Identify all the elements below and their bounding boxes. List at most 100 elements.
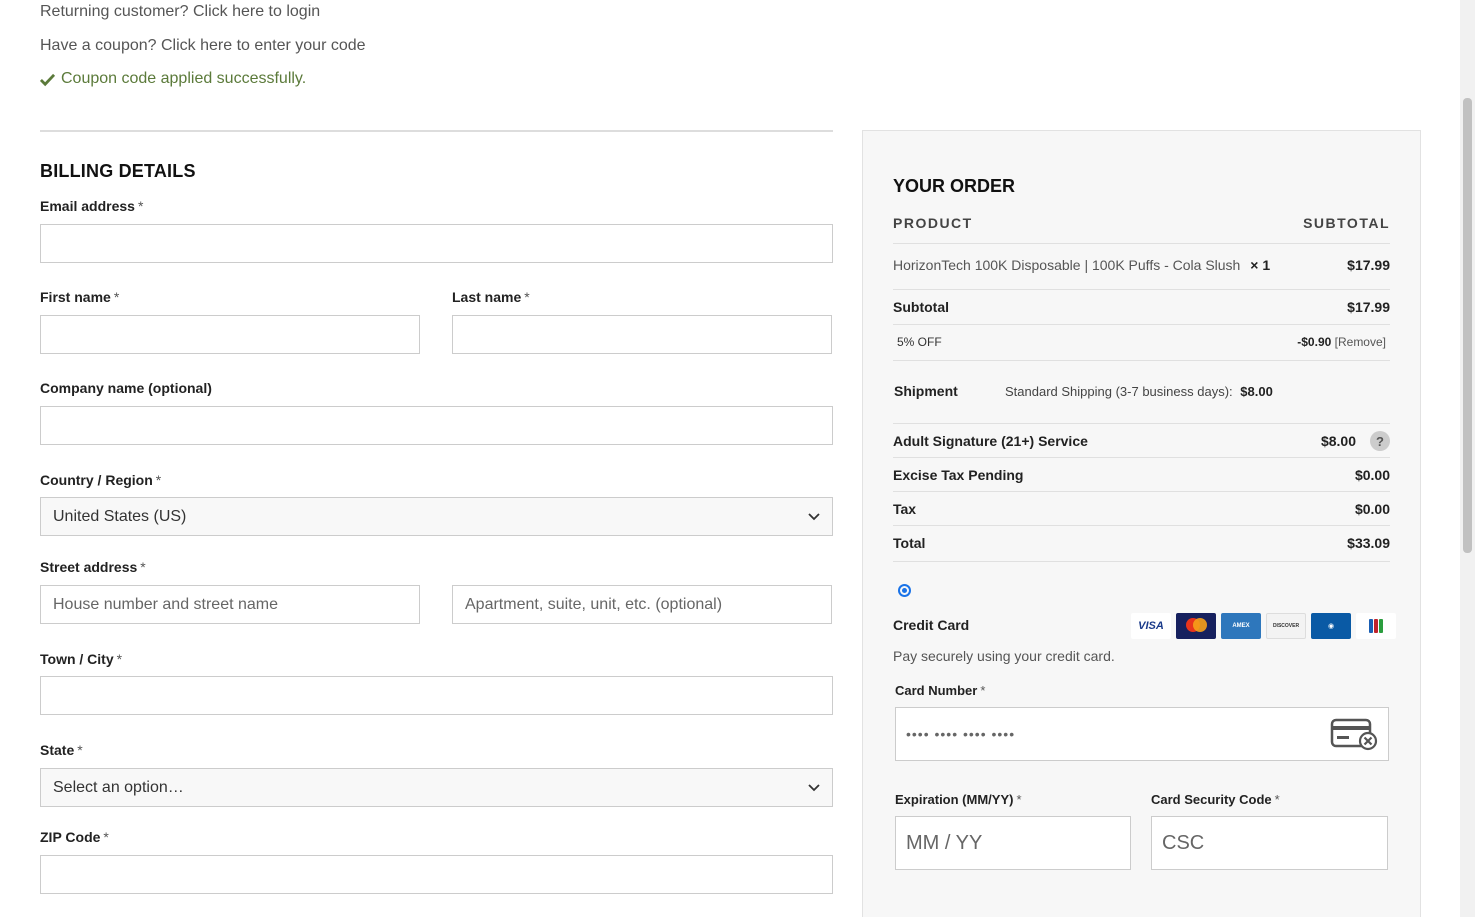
section-divider [40,130,833,132]
login-link[interactable]: Click here to login [193,3,320,20]
row-divider [893,360,1390,361]
card-number-placeholder: •••• •••• •••• •••• [906,726,1016,742]
row-divider [893,491,1390,492]
tax-value: $0.00 [1354,501,1390,517]
enter-coupon-link[interactable]: Click here to enter your code [161,37,366,54]
chevron-down-icon [808,783,820,791]
row-divider [893,289,1390,290]
item-name: HorizonTech 100K Disposable | 100K Puffs… [893,257,1241,273]
last-name-field[interactable] [452,315,832,354]
card-brand-logos: VISA AMEX DISCOVER ◉ [1131,613,1396,639]
shipping-price: $8.00 [1240,383,1273,399]
order-item: HorizonTech 100K Disposable | 100K Puffs… [893,257,1270,273]
diners-club-icon: ◉ [1311,613,1351,639]
remove-coupon-link[interactable]: [Remove] [1335,335,1386,349]
payment-description: Pay securely using your credit card. [893,648,1115,664]
item-price: $17.99 [1347,257,1390,273]
checkmark-icon [40,73,55,86]
city-label: Town / City * [40,651,123,667]
country-select[interactable]: United States (US) [40,497,833,536]
row-divider [893,423,1390,424]
city-field[interactable] [40,676,833,715]
expiration-label: Expiration (MM/YY) * [895,792,1022,807]
row-divider [893,457,1390,458]
order-table-header: PRODUCT SUBTOTAL [893,215,1390,231]
zip-field[interactable] [40,855,833,894]
subtotal-value: $17.99 [1347,299,1390,315]
jcb-icon [1356,613,1396,639]
adult-signature-label: Adult Signature (21+) Service [893,433,1088,449]
company-field[interactable] [40,406,833,445]
adult-signature-amount: $8.00 ? [1321,431,1390,451]
company-label: Company name (optional) [40,380,212,396]
state-value: Select an option… [53,778,184,796]
subtotal-label: Subtotal [893,299,949,315]
row-divider [893,243,1390,244]
billing-details-title: BILLING DETAILS [40,161,196,181]
shipping-method[interactable]: Standard Shipping (3-7 business days): $… [1005,384,1273,399]
amex-icon: AMEX [1221,613,1261,639]
discount-value: -$0.90 [1297,335,1332,349]
subtotal-column-header: SUBTOTAL [1303,215,1390,231]
returning-customer-notice: Returning customer? Click here to login [40,3,320,21]
tax-label: Tax [893,501,917,517]
credit-card-radio[interactable] [898,584,911,597]
row-divider [893,561,1390,562]
first-name-field[interactable] [40,315,420,354]
street-address-label: Street address * [40,559,146,575]
subtotal-row: Subtotal $17.99 [893,299,1390,315]
last-name-label: Last name * [452,289,530,305]
chevron-down-icon [808,512,820,520]
page-scrollbar[interactable] [1460,0,1475,917]
email-field[interactable] [40,224,833,263]
product-column-header: PRODUCT [893,215,973,231]
scrollbar-thumb[interactable] [1463,98,1472,553]
your-order-title: YOUR ORDER [893,176,1016,196]
returning-customer-text: Returning customer? [40,3,189,20]
order-review-panel: YOUR ORDER PRODUCT SUBTOTAL HorizonTech … [862,130,1421,917]
csc-label: Card Security Code * [1151,792,1280,807]
help-icon[interactable]: ? [1370,431,1390,451]
row-divider [893,324,1390,325]
shipping-method-name: Standard Shipping (3-7 business days): [1005,383,1233,399]
discount-label: 5% OFF [897,335,942,349]
state-select[interactable]: Select an option… [40,768,833,807]
total-value: $33.09 [1347,535,1390,551]
mastercard-icon [1176,613,1216,639]
discount-amount: -$0.90 [Remove] [1297,335,1386,349]
discount-row: 5% OFF -$0.90 [Remove] [893,335,1390,349]
total-label: Total [893,535,926,551]
coupon-success-text: Coupon code applied successfully. [61,70,307,87]
item-quantity: × 1 [1250,257,1271,273]
first-name-label: First name * [40,289,120,305]
adult-signature-value: $8.00 [1320,433,1356,449]
excise-tax-value: $0.00 [1354,467,1390,483]
coupon-success-message: Coupon code applied successfully. [40,70,306,88]
excise-tax-row: Excise Tax Pending $0.00 [893,467,1390,483]
tax-row: Tax $0.00 [893,501,1390,517]
state-label: State * [40,742,83,758]
csc-field[interactable]: CSC [1151,816,1388,870]
email-label: Email address * [40,198,144,214]
street-address2-field[interactable] [452,585,832,624]
visa-icon: VISA [1131,613,1171,639]
shipment-row: Shipment Standard Shipping (3-7 business… [893,383,1390,399]
expiration-field[interactable]: MM / YY [895,816,1131,870]
discover-icon: DISCOVER [1266,613,1306,639]
card-number-field[interactable]: •••• •••• •••• •••• [895,707,1389,761]
card-status-icon [1330,718,1378,751]
row-divider [893,525,1390,526]
total-row: Total $33.09 [893,535,1390,551]
coupon-text: Have a coupon? [40,37,157,54]
street-address-field[interactable] [40,585,420,624]
country-label: Country / Region * [40,472,162,488]
coupon-notice: Have a coupon? Click here to enter your … [40,37,366,55]
order-item-row: HorizonTech 100K Disposable | 100K Puffs… [893,257,1390,273]
country-value: United States (US) [53,507,187,525]
credit-card-label: Credit Card [893,617,970,633]
card-number-label: Card Number * [895,683,986,698]
excise-tax-label: Excise Tax Pending [893,467,1024,483]
zip-label: ZIP Code * [40,829,109,845]
adult-signature-row: Adult Signature (21+) Service $8.00 ? [893,431,1390,451]
shipment-label: Shipment [894,383,958,399]
